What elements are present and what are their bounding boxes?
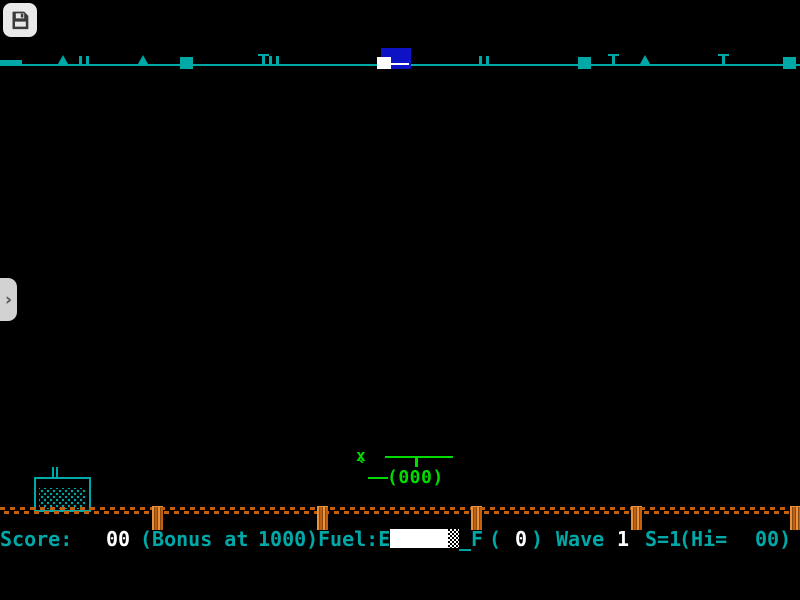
chevron-right-icon: › xyxy=(5,290,12,310)
radar-tower-icon xyxy=(718,54,729,66)
save-state-button[interactable] xyxy=(3,3,37,37)
status-segment: 00 xyxy=(106,529,130,549)
status-segment: S=1 xyxy=(645,529,681,549)
status-segment: Wave xyxy=(556,529,604,549)
helicopter-tail xyxy=(368,477,388,479)
sidebar-expand-tab[interactable]: › xyxy=(0,278,17,321)
status-segment: 0 xyxy=(515,529,527,549)
radar-gate-icon xyxy=(479,56,489,65)
radar-depot-icon xyxy=(180,57,193,69)
radar-tree-icon xyxy=(138,55,148,64)
status-segment: ) xyxy=(531,529,543,549)
status-segment: (Hi= xyxy=(679,529,727,549)
status-segment: _F xyxy=(459,529,483,549)
radar-gate-icon xyxy=(79,56,89,65)
helicopter-rotor xyxy=(385,456,453,458)
fuel-gauge-bar-dither xyxy=(448,529,459,548)
radar-tower-icon xyxy=(608,54,619,66)
ground-dashes-bottom xyxy=(0,511,800,514)
building-dither-fill xyxy=(39,488,86,509)
player-marker-white-line xyxy=(391,63,409,65)
status-segment: 1 xyxy=(617,529,629,549)
radar-depot-icon xyxy=(783,57,796,69)
radar-depot-icon xyxy=(578,57,591,69)
player-marker-white-square xyxy=(377,57,391,69)
radar-tree-icon xyxy=(58,55,68,64)
fence-post xyxy=(790,506,800,530)
radar-gate-icon xyxy=(269,56,279,65)
fence-post xyxy=(631,506,642,530)
ground-dashes-top xyxy=(0,507,800,510)
radar-tree-icon xyxy=(640,55,650,64)
helicopter-spark: ` xyxy=(357,458,368,479)
helicopter-rotor-mast xyxy=(415,458,418,467)
status-segment: Score: xyxy=(0,529,72,549)
status-segment: ( xyxy=(489,529,501,549)
radar-left-bar xyxy=(0,60,22,66)
status-segment: (Bonus at xyxy=(140,529,248,549)
fuel-gauge-bar xyxy=(390,529,448,548)
game-screen[interactable]: x ` (000) Score:00(Bonus at1000)Fuel:E_F… xyxy=(0,0,800,600)
helicopter-body: (000) xyxy=(387,467,444,488)
status-segment: 00) xyxy=(755,529,791,549)
floppy-disk-icon xyxy=(10,10,30,30)
status-segment: 1000) xyxy=(258,529,318,549)
radar-tower-icon xyxy=(258,54,269,66)
status-segment: Fuel:E xyxy=(318,529,390,549)
